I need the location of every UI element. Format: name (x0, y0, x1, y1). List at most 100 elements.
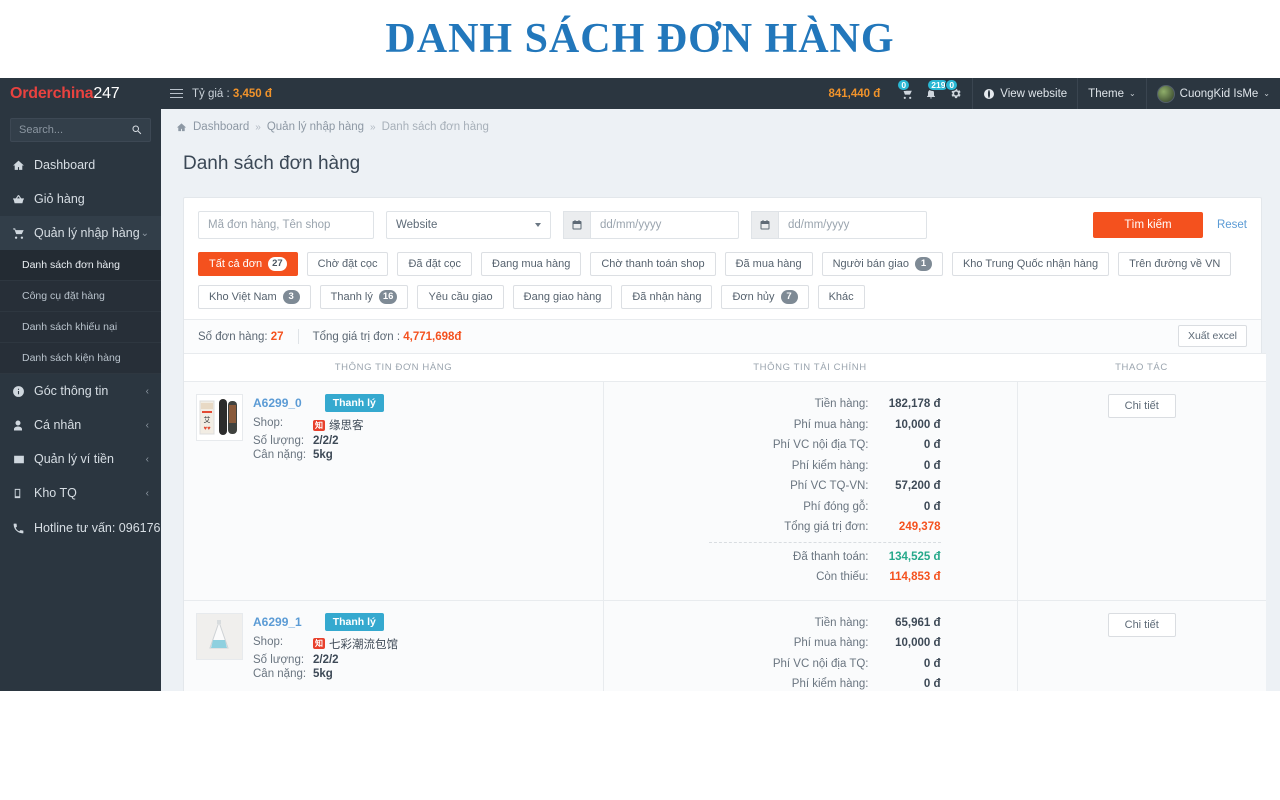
breadcrumb-item-dashboard[interactable]: Dashboard (193, 121, 249, 133)
sidebar: Dashboard Giỏ hàng Quản lý nhập hàng ⌄ D… (0, 109, 161, 722)
status-tab[interactable]: Đã mua hàng (724, 252, 813, 276)
search-button[interactable]: Tìm kiếm (1092, 212, 1203, 238)
status-tab[interactable]: Đang mua hàng (481, 252, 582, 276)
globe-icon (984, 88, 995, 99)
notifications-button[interactable]: 219 (920, 78, 950, 109)
status-tab-label: Kho Việt Nam (209, 291, 277, 303)
sidebar-item-hotline[interactable]: Hotline tư vấn: 0961766758 (0, 510, 161, 546)
finance-row: Phí VC nội địa TQ: 0 đ (604, 435, 941, 456)
keyword-input[interactable] (198, 211, 374, 239)
sidebar-item-quan-ly-vi-tien[interactable]: Quản lý ví tiền ‹ (0, 442, 161, 476)
status-tab[interactable]: Trên đường về VN (1118, 252, 1232, 276)
status-tab[interactable]: Đơn hủy 7 (721, 285, 809, 309)
search-input[interactable] (11, 119, 150, 141)
order-code[interactable]: A6299_1 (253, 615, 302, 629)
product-thumbnail[interactable]: 艾 ♥♥ (196, 394, 243, 441)
sidebar-item-goc-thong-tin[interactable]: Góc thông tin ‹ (0, 374, 161, 408)
sidebar-subitem-danh-sach-don-hang[interactable]: Danh sách đơn hàng (0, 250, 161, 281)
quantity-label: Số lượng: (253, 653, 305, 666)
date-to-input[interactable] (778, 211, 927, 239)
detail-button[interactable]: Chi tiết (1107, 612, 1176, 637)
phone-icon (12, 522, 34, 535)
breadcrumb-item-quan-ly-nhap-hang[interactable]: Quản lý nhập hàng (267, 121, 364, 133)
sidebar-subitem-danh-sach-khieu-nai[interactable]: Danh sách khiếu nại (0, 312, 161, 343)
view-website-button[interactable]: View website (973, 78, 1077, 109)
finance-label: Tổng giá trị đơn: (784, 521, 869, 533)
status-tab[interactable]: Chờ đặt cọc (306, 252, 389, 276)
search-icon[interactable] (131, 123, 143, 141)
website-select[interactable]: Website (386, 211, 551, 239)
sidebar-item-kho-tq[interactable]: Kho TQ ‹ (0, 476, 161, 510)
sidebar-item-gio-hang[interactable]: Giỏ hàng (0, 182, 161, 216)
hamburger-menu-icon[interactable] (170, 88, 183, 99)
status-tab-label: Chờ đặt cọc (317, 258, 378, 270)
status-tab[interactable]: Kho Trung Quốc nhận hàng (951, 252, 1110, 276)
order-code[interactable]: A6299_0 (253, 396, 302, 410)
chevron-down-icon: ⌄ (1263, 89, 1270, 98)
date-from-group (563, 211, 739, 239)
brand-logo[interactable]: Orderchina247 (0, 85, 161, 103)
view-website-label: View website (1000, 87, 1068, 100)
order-count-label: Số đơn hàng: (198, 330, 268, 343)
finance-value: 10,000 đ (895, 418, 941, 431)
sidebar-item-dashboard[interactable]: Dashboard (0, 148, 161, 182)
home-icon (176, 122, 187, 131)
reset-link[interactable]: Reset (1217, 219, 1247, 231)
sidebar-item-ca-nhan[interactable]: Cá nhân ‹ (0, 408, 161, 442)
total-value-label: Tổng giá trị đơn : (312, 330, 401, 343)
cart-icon (12, 226, 34, 240)
status-tab-label: Đã nhận hàng (632, 291, 702, 303)
page-title: Danh sách đơn hàng (183, 153, 361, 174)
status-tab[interactable]: Thanh lý 16 (319, 285, 409, 309)
wallet-balance: 841,440 đ (828, 87, 881, 100)
theme-label: Theme (1088, 87, 1124, 100)
status-tab[interactable]: Khác (817, 285, 865, 309)
date-from-input[interactable] (590, 211, 739, 239)
sidebar-item-label: Cá nhân (34, 418, 82, 432)
finance-value: 0 đ (923, 500, 941, 513)
order-info-cell: 艾 ♥♥ A6299_0 Thanh lý Shop: 知缘思客 Số lượng: 2/2/… (184, 381, 604, 601)
status-tab[interactable]: Đã nhận hàng (621, 285, 713, 309)
finance-value: 249,378 (898, 521, 941, 533)
detail-button[interactable]: Chi tiết (1107, 394, 1176, 418)
user-icon (12, 419, 34, 432)
status-tab[interactable]: Người bán giao 1 (821, 252, 943, 276)
finance-row: Phí VC TQ-VN: 57,200 đ (604, 476, 940, 497)
finance-row: Phí mua hàng: 10,000 đ (604, 415, 941, 436)
chevron-down-icon: ⌄ (1128, 89, 1136, 98)
exchange-rate: Tỷ giá : 3,450 đ (192, 88, 272, 100)
filter-bar: Website Tìm kiếm Reset (184, 198, 1261, 252)
quantity-label: Số lượng: (253, 435, 305, 447)
status-tab-label: Kho Trung Quốc nhận hàng (962, 258, 1099, 270)
brand-name: Orderchina (10, 84, 94, 102)
calendar-icon[interactable] (563, 211, 590, 239)
status-tab[interactable]: Đang giao hàng (512, 285, 613, 309)
theme-menu[interactable]: Theme ⌄ (1078, 78, 1146, 109)
breadcrumb-item-current: Danh sách đơn hàng (381, 121, 489, 133)
status-tab-label: Người bán giao (832, 258, 909, 270)
sidebar-subitem-cong-cu-dat-hang[interactable]: Công cụ đặt hàng (0, 281, 161, 312)
sidebar-submenu: Danh sách đơn hàng Công cụ đặt hàng Danh… (0, 250, 161, 374)
shop-value: 知缘思客 (313, 417, 364, 433)
finance-row: Phí kiểm hàng: 0 đ (604, 456, 941, 477)
calendar-icon[interactable] (751, 211, 778, 239)
finance-label: Phí VC TQ-VN: (790, 480, 869, 492)
weight-value: 5kg (313, 449, 333, 461)
finance-value: 65,961 đ (895, 616, 941, 629)
settings-button[interactable]: 0 (944, 78, 966, 109)
navbar-right: 841,440 đ 0 219 0 View website Theme ⌄ C… (818, 78, 1280, 109)
export-excel-button[interactable]: Xuất excel (1177, 325, 1247, 347)
status-tab[interactable]: Tất cả đơn 27 (198, 252, 298, 276)
exchange-rate-label: Tỷ giá : (192, 87, 230, 100)
status-tab[interactable]: Đã đặt cọc (397, 252, 473, 276)
user-menu[interactable]: CuongKid IsMe ⌄ (1147, 78, 1280, 109)
finance-value: 182,178 đ (888, 398, 941, 410)
status-tab[interactable]: Yêu cầu giao (417, 285, 504, 309)
status-tab[interactable]: Chờ thanh toán shop (590, 252, 716, 276)
product-thumbnail[interactable] (196, 612, 243, 660)
cart-button[interactable]: 0 (896, 78, 918, 109)
sidebar-subitem-danh-sach-kien-hang[interactable]: Danh sách kiện hàng (0, 343, 161, 374)
status-tab[interactable]: Kho Việt Nam 3 (198, 285, 311, 309)
sidebar-item-quan-ly-nhap-hang[interactable]: Quản lý nhập hàng ⌄ (0, 216, 161, 250)
sidebar-item-label: Hotline tư vấn: 0961766758 (34, 521, 161, 535)
